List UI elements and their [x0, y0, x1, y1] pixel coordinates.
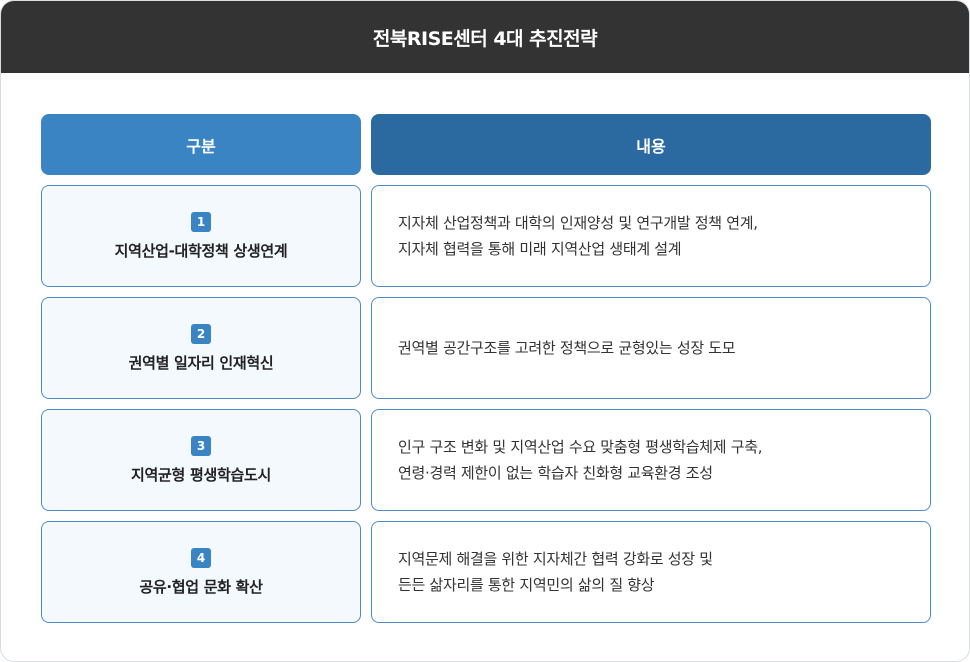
category-cell: 4 공유·협업 문화 확산 — [41, 521, 361, 623]
page-title: 전북RISE센터 4대 추진전략 — [372, 27, 598, 50]
table-body: 1 지역산업-대학정책 상생연계 지자체 산업정책과 대학의 인재양성 및 연구… — [41, 185, 931, 623]
category-cell: 2 권역별 일자리 인재혁신 — [41, 297, 361, 399]
content-line: 권역별 공간구조를 고려한 정책으로 균형있는 성장 도모 — [398, 339, 736, 357]
category-name: 지역산업-대학정책 상생연계 — [114, 241, 288, 260]
title-bar: 전북RISE센터 4대 추진전략 — [1, 1, 969, 73]
table-row: 4 공유·협업 문화 확산 지역문제 해결을 위한 지자체간 협력 강화로 성장… — [41, 521, 931, 623]
table-row: 1 지역산업-대학정책 상생연계 지자체 산업정책과 대학의 인재양성 및 연구… — [41, 185, 931, 287]
content-line: 지자체 산업정책과 대학의 인재양성 및 연구개발 정책 연계, — [398, 214, 758, 232]
content-line: 든든 삶자리를 통한 지역민의 삶의 질 향상 — [398, 576, 655, 594]
table-row: 3 지역균형 평생학습도시 인구 구조 변화 및 지역산업 수요 맞춤형 평생학… — [41, 409, 931, 511]
number-badge: 3 — [191, 435, 211, 456]
header-category: 구분 — [41, 114, 361, 175]
category-name: 공유·협업 문화 확산 — [139, 577, 263, 596]
strategy-panel: 전북RISE센터 4대 추진전략 구분 내용 1 지역산업-대학정책 상생연계 … — [0, 0, 970, 662]
category-name: 권역별 일자리 인재혁신 — [128, 353, 274, 372]
table-header: 구분 내용 — [41, 114, 931, 175]
content-cell: 인구 구조 변화 및 지역산업 수요 맞춤형 평생학습체제 구축, 연령·경력 … — [371, 409, 931, 511]
category-cell: 1 지역산업-대학정책 상생연계 — [41, 185, 361, 287]
category-name: 지역균형 평생학습도시 — [131, 465, 271, 484]
number-badge: 1 — [191, 211, 211, 232]
content-line: 인구 구조 변화 및 지역산업 수요 맞춤형 평생학습체제 구축, — [398, 438, 763, 456]
number-badge: 4 — [191, 547, 211, 568]
content-cell: 지역문제 해결을 위한 지자체간 협력 강화로 성장 및 든든 삶자리를 통한 … — [371, 521, 931, 623]
content-line: 지자체 협력을 통해 미래 지역산업 생태계 설계 — [398, 240, 682, 258]
content-cell: 권역별 공간구조를 고려한 정책으로 균형있는 성장 도모 — [371, 297, 931, 399]
header-content: 내용 — [371, 114, 931, 175]
category-cell: 3 지역균형 평생학습도시 — [41, 409, 361, 511]
content-line: 지역문제 해결을 위한 지자체간 협력 강화로 성장 및 — [398, 550, 713, 568]
strategy-table: 구분 내용 1 지역산업-대학정책 상생연계 지자체 산업정책과 대학의 인재양… — [41, 114, 931, 623]
content-cell: 지자체 산업정책과 대학의 인재양성 및 연구개발 정책 연계, 지자체 협력을… — [371, 185, 931, 287]
content-line: 연령·경력 제한이 없는 학습자 친화형 교육환경 조성 — [398, 464, 713, 482]
number-badge: 2 — [191, 323, 211, 344]
table-row: 2 권역별 일자리 인재혁신 권역별 공간구조를 고려한 정책으로 균형있는 성… — [41, 297, 931, 399]
